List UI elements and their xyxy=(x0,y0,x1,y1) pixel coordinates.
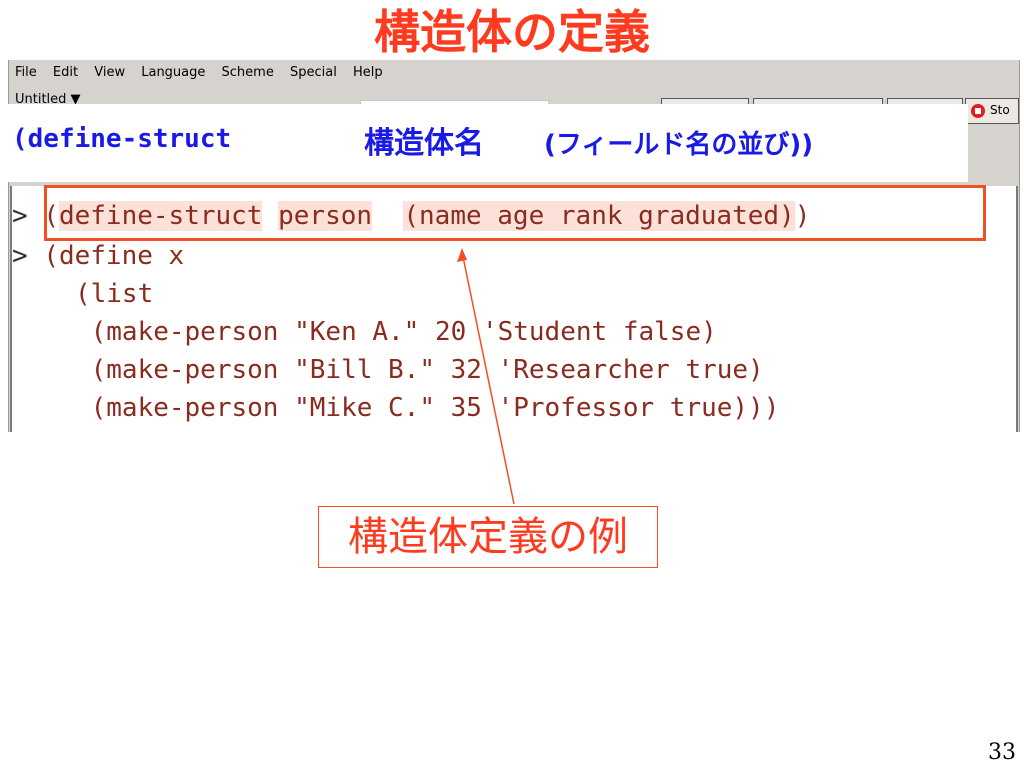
example-label-box: 構造体定義の例 xyxy=(318,506,658,568)
page-number: 33 xyxy=(988,740,1016,765)
example-label: 構造体定義の例 xyxy=(348,514,628,560)
annotation-arrow xyxy=(457,248,515,505)
